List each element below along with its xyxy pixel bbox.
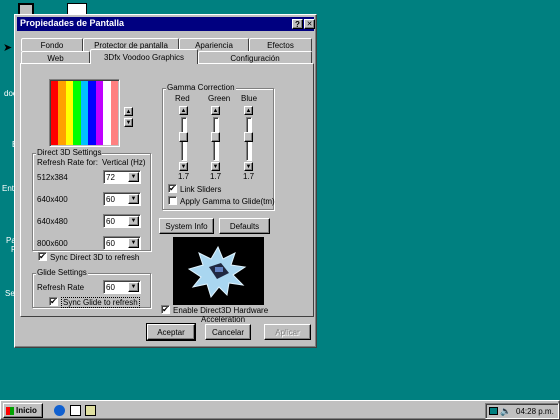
- sync-glide-checkbox[interactable]: ✔: [49, 297, 58, 306]
- sync-glide-label: Sync Glide to refresh: [61, 297, 140, 308]
- gamma-green-label: Green: [208, 94, 231, 103]
- chevron-down-icon[interactable]: ▼: [128, 282, 139, 292]
- color-bar: [51, 81, 59, 145]
- sync-d3d-checkbox[interactable]: ✔: [38, 252, 47, 261]
- sync-d3d-label: Sync Direct 3D to refresh: [50, 253, 140, 262]
- gamma-blue-thumb[interactable]: [244, 132, 253, 142]
- glide-refresh-value: 60: [106, 282, 115, 292]
- chevron-down-icon[interactable]: ▼: [128, 238, 139, 248]
- res-640x480-label: 640x480: [37, 217, 68, 226]
- help-button[interactable]: ?: [292, 19, 303, 29]
- spin-up-button[interactable]: ▲: [124, 107, 133, 116]
- windows-logo-icon: [6, 406, 14, 415]
- mouse-cursor-icon: ➤: [3, 42, 13, 54]
- apply-gamma-checkbox[interactable]: [168, 196, 177, 205]
- quicklaunch-desktop-icon[interactable]: [70, 405, 81, 416]
- link-sliders-label: Link Sliders: [180, 185, 222, 194]
- cancel-button[interactable]: Cancelar: [205, 324, 251, 340]
- 3dfx-logo-image: [173, 237, 264, 305]
- res-640x480-combo[interactable]: 60 ▼: [103, 214, 141, 228]
- display-properties-window: Propiedades de Pantalla ? ✕ Fondo Protec…: [14, 14, 317, 348]
- res-512-combo[interactable]: 72 ▼: [103, 170, 141, 184]
- color-bar: [80, 81, 89, 145]
- color-bar: [103, 81, 111, 145]
- hw-accel-checkbox[interactable]: ✔: [161, 305, 170, 314]
- color-bar: [58, 81, 66, 145]
- chevron-down-icon[interactable]: ▼: [128, 172, 139, 182]
- color-bar: [65, 81, 74, 145]
- vertical-hz-label: Vertical (Hz): [102, 158, 146, 167]
- gamma-red-label: Red: [175, 94, 190, 103]
- res-512-label: 512x384: [37, 173, 68, 182]
- d3d-group-title: Direct 3D Settings: [36, 148, 103, 157]
- gamma-group-title: Gamma Correction: [166, 83, 236, 92]
- start-label: Inicio: [16, 406, 37, 415]
- quicklaunch-ie-icon[interactable]: [54, 405, 65, 416]
- tab-fondo[interactable]: Fondo: [21, 38, 83, 51]
- spin-down-button[interactable]: ▼: [124, 118, 133, 127]
- gamma-blue-value: 1.7: [243, 172, 255, 181]
- gamma-blue-down[interactable]: ▼: [244, 162, 253, 171]
- start-button[interactable]: Inicio: [3, 403, 43, 418]
- gamma-green-thumb[interactable]: [211, 132, 220, 142]
- clock: 04:28 p.m.: [516, 407, 554, 416]
- glide-refresh-label: Refresh Rate: [37, 283, 85, 292]
- quicklaunch-edit-icon[interactable]: [85, 405, 96, 416]
- glide-refresh-combo[interactable]: 60 ▼: [103, 280, 141, 294]
- tray-display-icon[interactable]: [489, 407, 498, 415]
- gamma-green-down[interactable]: ▼: [211, 162, 220, 171]
- close-button[interactable]: ✕: [304, 19, 315, 29]
- title-bar[interactable]: Propiedades de Pantalla ? ✕: [17, 17, 315, 31]
- gamma-blue-up[interactable]: ▲: [244, 106, 253, 115]
- gamma-red-value: 1.7: [178, 172, 190, 181]
- res-640x400-label: 640x400: [37, 195, 68, 204]
- res-640x480-value: 60: [106, 216, 115, 226]
- gamma-blue-label: Blue: [241, 94, 258, 103]
- taskbar: Inicio 🔈 04:28 p.m.: [0, 400, 560, 420]
- gamma-red-down[interactable]: ▼: [179, 162, 188, 171]
- link-sliders-checkbox[interactable]: ✔: [168, 184, 177, 193]
- chevron-down-icon[interactable]: ▼: [128, 194, 139, 204]
- gamma-red-up[interactable]: ▲: [179, 106, 188, 115]
- accept-button[interactable]: Aceptar: [146, 323, 196, 341]
- color-bar: [110, 81, 118, 145]
- color-bar: [73, 81, 81, 145]
- gamma-red-thumb[interactable]: [179, 132, 188, 142]
- hw-accel-label-1: Enable Direct3D Hardware: [173, 306, 269, 315]
- res-800x600-label: 800x600: [37, 239, 68, 248]
- defaults-button[interactable]: Defaults: [219, 218, 270, 234]
- refresh-rate-label: Refresh Rate for:: [37, 158, 98, 167]
- color-bars-preview: [49, 79, 120, 147]
- color-bar: [95, 81, 104, 145]
- res-640x400-combo[interactable]: 60 ▼: [103, 192, 141, 206]
- tab-panel: ▲ ▼ Direct 3D Settings Refresh Rate for:…: [20, 63, 314, 324]
- res-512-value: 72: [106, 172, 115, 182]
- system-info-button[interactable]: System Info: [159, 218, 214, 234]
- gamma-green-up[interactable]: ▲: [211, 106, 220, 115]
- glide-group-title: Glide Settings: [36, 268, 88, 277]
- res-800x600-combo[interactable]: 60 ▼: [103, 236, 141, 250]
- color-bar: [88, 81, 96, 145]
- gamma-green-value: 1.7: [210, 172, 222, 181]
- res-800x600-value: 60: [106, 238, 115, 248]
- res-640x400-value: 60: [106, 194, 115, 204]
- tab-efectos[interactable]: Efectos: [249, 38, 312, 51]
- hw-accel-label-2: Acceleration: [201, 315, 246, 324]
- chevron-down-icon[interactable]: ▼: [128, 216, 139, 226]
- system-tray: 🔈 04:28 p.m.: [485, 403, 559, 419]
- apply-gamma-label: Apply Gamma to Glide(tm): [180, 197, 275, 206]
- window-title: Propiedades de Pantalla: [20, 18, 125, 28]
- tab-3dfx[interactable]: 3Dfx Voodoo Graphics: [90, 49, 198, 64]
- tray-volume-icon[interactable]: 🔈: [500, 406, 511, 417]
- apply-button: Aplicar: [264, 324, 311, 340]
